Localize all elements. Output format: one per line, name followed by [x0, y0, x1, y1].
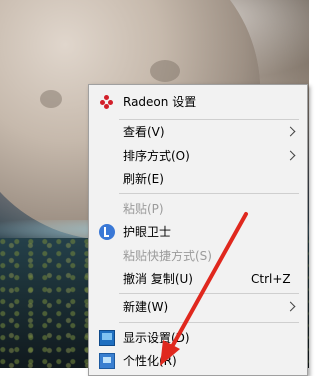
menu-item-display-settings[interactable]: 显示设置(D) — [89, 326, 307, 350]
desktop-context-menu: Radeon 设置 查看(V) 排序方式(O) 刷新(E) 粘贴(P) 护眼卫士… — [88, 84, 308, 376]
menu-item-eye-guard[interactable]: 护眼卫士 — [89, 220, 307, 244]
menu-item-label: 粘贴快捷方式(S) — [123, 249, 212, 263]
shortcut-label: Ctrl+Z — [251, 272, 291, 286]
menu-item-label: 显示设置(D) — [123, 331, 190, 345]
menu-item-undo-copy[interactable]: 撤消 复制(U) Ctrl+Z — [89, 267, 307, 291]
eye-guard-icon — [99, 224, 115, 240]
menu-item-label: 撤消 复制(U) — [123, 272, 193, 286]
menu-separator — [119, 322, 299, 323]
menu-item-refresh[interactable]: 刷新(E) — [89, 167, 307, 191]
menu-item-label: 个性化(R) — [123, 354, 177, 368]
display-settings-icon — [99, 330, 115, 346]
menu-item-label: 刷新(E) — [123, 172, 164, 186]
menu-item-new[interactable]: 新建(W) — [89, 295, 307, 319]
menu-item-view[interactable]: 查看(V) — [89, 120, 307, 144]
menu-item-label: 排序方式(O) — [123, 149, 190, 163]
menu-item-paste-shortcut[interactable]: 粘贴快捷方式(S) — [89, 244, 307, 268]
menu-item-radeon-settings[interactable]: Radeon 设置 — [89, 90, 307, 114]
menu-item-paste[interactable]: 粘贴(P) — [89, 197, 307, 221]
menu-item-label: 护眼卫士 — [123, 225, 172, 239]
menu-item-label: 查看(V) — [123, 125, 165, 139]
radeon-icon — [99, 94, 115, 110]
chevron-right-icon — [285, 150, 296, 161]
chevron-right-icon — [285, 301, 296, 312]
personalize-icon — [99, 353, 115, 369]
menu-item-label: Radeon 设置 — [123, 95, 197, 109]
menu-separator — [119, 193, 299, 194]
menu-item-label: 新建(W) — [123, 300, 169, 314]
menu-item-sort-by[interactable]: 排序方式(O) — [89, 144, 307, 168]
menu-item-personalize[interactable]: 个性化(R) — [89, 349, 307, 373]
chevron-right-icon — [285, 126, 296, 137]
menu-item-label: 粘贴(P) — [123, 202, 164, 216]
menu-separator — [119, 293, 299, 294]
